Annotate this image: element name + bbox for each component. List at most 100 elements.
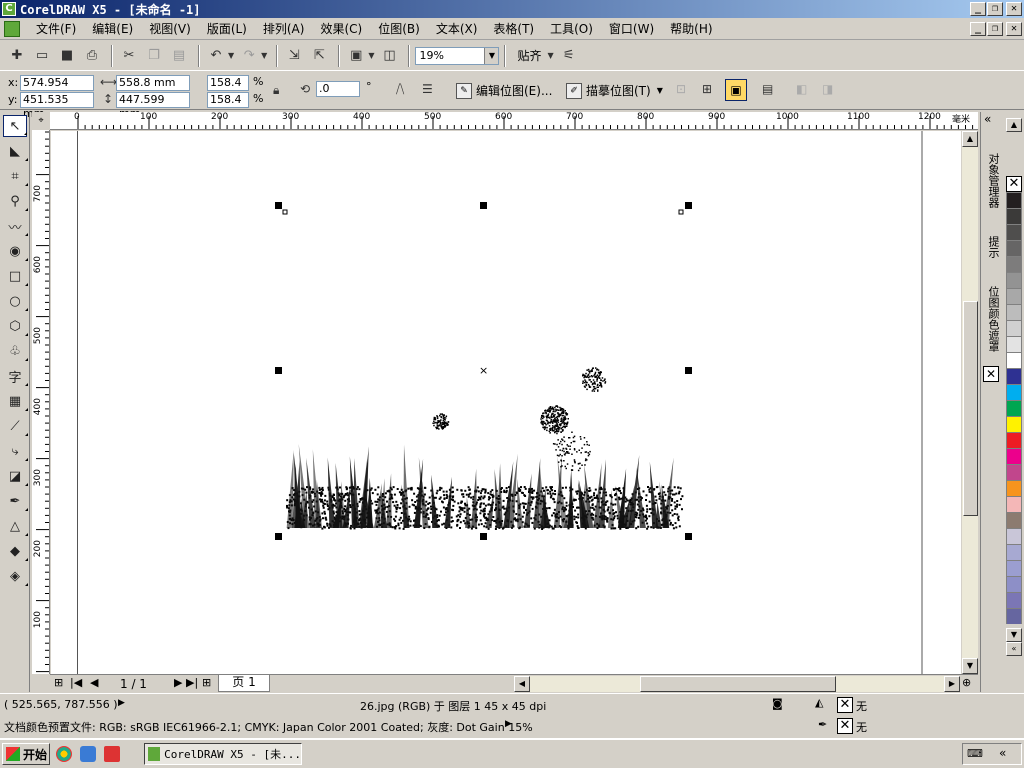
color-swatch[interactable] xyxy=(1006,560,1022,576)
tray-expand-icon[interactable]: « xyxy=(999,746,1006,760)
fill-tool-icon[interactable]: ◆ xyxy=(3,540,28,562)
doc-restore-button[interactable]: ❐ xyxy=(987,22,1003,36)
cut-icon[interactable]: ✂ xyxy=(118,45,140,67)
eyedropper-tool-icon[interactable]: ✒ xyxy=(3,490,28,512)
color-swatch[interactable] xyxy=(1006,304,1022,320)
ellipse-tool-icon[interactable]: ○ xyxy=(3,290,28,312)
trace-dropdown-icon[interactable]: ▼ xyxy=(657,86,663,95)
smart-fill-tool-icon[interactable]: ◉ xyxy=(3,240,28,262)
add-page-after-icon[interactable]: ⊞ xyxy=(202,676,211,689)
outline-none-icon[interactable]: ✕ xyxy=(837,718,853,734)
horizontal-scroll-thumb[interactable] xyxy=(640,676,836,692)
lock-ratio-icon[interactable]: 🔒︎ xyxy=(273,83,279,98)
scroll-up-icon[interactable]: ▲ xyxy=(962,131,978,147)
crop-bitmap-icon[interactable]: ⊡ xyxy=(676,82,686,96)
scroll-down-icon[interactable]: ▼ xyxy=(962,658,978,674)
palette-scroll-up-icon[interactable]: ▲ xyxy=(1006,118,1022,132)
basic-shapes-tool-icon[interactable]: ♧ xyxy=(3,340,28,362)
color-swatch[interactable] xyxy=(1006,496,1022,512)
application-launcher-icon[interactable]: ▣ xyxy=(345,45,367,67)
horizontal-scrollbar[interactable]: ◀ ▶ xyxy=(514,676,960,692)
mirror-horizontal-icon[interactable]: ⧸⧹ xyxy=(396,82,404,97)
snap-to-label[interactable]: 贴齐 xyxy=(517,47,541,64)
fill-none-icon[interactable]: ✕ xyxy=(837,697,853,713)
color-swatch[interactable] xyxy=(1006,448,1022,464)
color-swatch[interactable] xyxy=(1006,576,1022,592)
grass-bitmap-image[interactable] xyxy=(286,367,684,530)
edit-bitmap-button[interactable]: ✎ 编辑位图(E)... xyxy=(456,82,552,99)
last-page-icon[interactable]: ▶| xyxy=(186,676,198,689)
scroll-left-icon[interactable]: ◀ xyxy=(514,676,530,692)
wrap-text-icon[interactable]: ▤ xyxy=(762,82,773,96)
bitmap-color-mask-tab[interactable]: 位图颜色遮罩 xyxy=(983,274,1001,364)
color-swatch[interactable] xyxy=(1006,480,1022,496)
object-manager-tab[interactable]: 对象管理器 xyxy=(983,140,1001,220)
menu-help[interactable]: 帮助(H) xyxy=(662,20,720,37)
zoom-level-select[interactable]: 19% ▼ xyxy=(415,46,500,65)
chevron-down-icon[interactable]: ▼ xyxy=(484,47,499,64)
welcome-screen-icon[interactable]: ◫ xyxy=(378,45,400,67)
color-swatch[interactable] xyxy=(1006,240,1022,256)
ie-icon[interactable] xyxy=(80,746,96,762)
color-swatch[interactable] xyxy=(1006,544,1022,560)
menu-edit[interactable]: 编辑(E) xyxy=(84,20,141,37)
resize-handle[interactable] xyxy=(275,533,282,540)
menu-arrange[interactable]: 排列(A) xyxy=(255,20,313,37)
resize-handle[interactable] xyxy=(685,533,692,540)
resample-icon[interactable]: ⊞ xyxy=(702,82,712,96)
doc-minimize-button[interactable]: _ xyxy=(970,22,986,36)
redo-dropdown-icon[interactable]: ▼ xyxy=(261,51,267,60)
palette-expand-icon[interactable]: « xyxy=(1006,642,1022,656)
keyboard-icon[interactable]: ⌨ xyxy=(967,747,983,760)
rotation-input[interactable]: .0 xyxy=(316,81,360,97)
redo-icon[interactable]: ↷ xyxy=(238,45,260,67)
zoom-tool-icon[interactable]: ⚲ xyxy=(3,190,28,212)
color-swatch[interactable] xyxy=(1006,208,1022,224)
menu-window[interactable]: 窗口(W) xyxy=(601,20,662,37)
color-swatch[interactable] xyxy=(1006,400,1022,416)
quick-launch-icon[interactable] xyxy=(104,746,120,762)
cursor-expand-icon[interactable]: ▶ xyxy=(118,698,125,708)
width-input[interactable]: 558.8 mm xyxy=(116,75,190,91)
connector-tool-icon[interactable]: ⤷ xyxy=(3,440,28,462)
height-input[interactable]: 447.599 mm xyxy=(116,92,190,120)
color-swatch[interactable] xyxy=(1006,592,1022,608)
color-swatch[interactable] xyxy=(1006,336,1022,352)
y-position-input[interactable]: 451.535 mm xyxy=(20,92,94,120)
interactive-fill-tool-icon[interactable]: ◈ xyxy=(3,565,28,587)
resize-handle[interactable] xyxy=(480,202,487,209)
color-swatch[interactable] xyxy=(1006,320,1022,336)
save-icon[interactable]: ■ xyxy=(56,45,78,67)
rectangle-tool-icon[interactable]: □ xyxy=(3,265,28,287)
add-page-before-icon[interactable]: ⊞ xyxy=(54,676,63,689)
hints-tab[interactable]: 提示 xyxy=(983,224,1001,270)
start-button[interactable]: 开始 xyxy=(2,743,50,765)
menu-layout[interactable]: 版面(L) xyxy=(199,20,255,37)
no-color-swatch[interactable]: ✕ xyxy=(1006,176,1022,192)
navigator-icon[interactable]: ⊕ xyxy=(962,676,971,689)
pick-tool-icon[interactable]: ↖ xyxy=(3,115,27,137)
resize-handle[interactable] xyxy=(685,367,692,374)
color-swatch[interactable] xyxy=(1006,464,1022,480)
chrome-icon[interactable] xyxy=(56,746,72,762)
new-document-icon[interactable]: ✚ xyxy=(6,45,28,67)
to-front-icon[interactable]: ◧ xyxy=(796,82,807,96)
resize-handle[interactable] xyxy=(480,533,487,540)
menu-bitmaps[interactable]: 位图(B) xyxy=(370,20,428,37)
menu-view[interactable]: 视图(V) xyxy=(141,20,199,37)
color-swatch[interactable] xyxy=(1006,352,1022,368)
vertical-scrollbar[interactable]: ▲ ▼ xyxy=(961,131,978,674)
menu-text[interactable]: 文本(X) xyxy=(428,20,486,37)
to-back-icon[interactable]: ◨ xyxy=(822,82,833,96)
resize-handle[interactable] xyxy=(685,202,692,209)
outline-tool-icon[interactable]: △ xyxy=(3,515,28,537)
trace-bitmap-button[interactable]: ✐ 描摹位图(T) ▼ xyxy=(566,82,663,99)
freehand-tool-icon[interactable]: 〰 xyxy=(3,215,28,237)
import-icon[interactable]: ⇲ xyxy=(283,45,305,67)
scale-x-input[interactable]: 158.4 xyxy=(207,75,249,91)
open-folder-icon[interactable]: ▭ xyxy=(31,45,53,67)
crop-tool-icon[interactable]: ⌗ xyxy=(3,165,28,187)
copy-icon[interactable]: ❐ xyxy=(143,45,165,67)
launcher-dropdown-icon[interactable]: ▼ xyxy=(368,51,374,60)
color-swatch[interactable] xyxy=(1006,256,1022,272)
